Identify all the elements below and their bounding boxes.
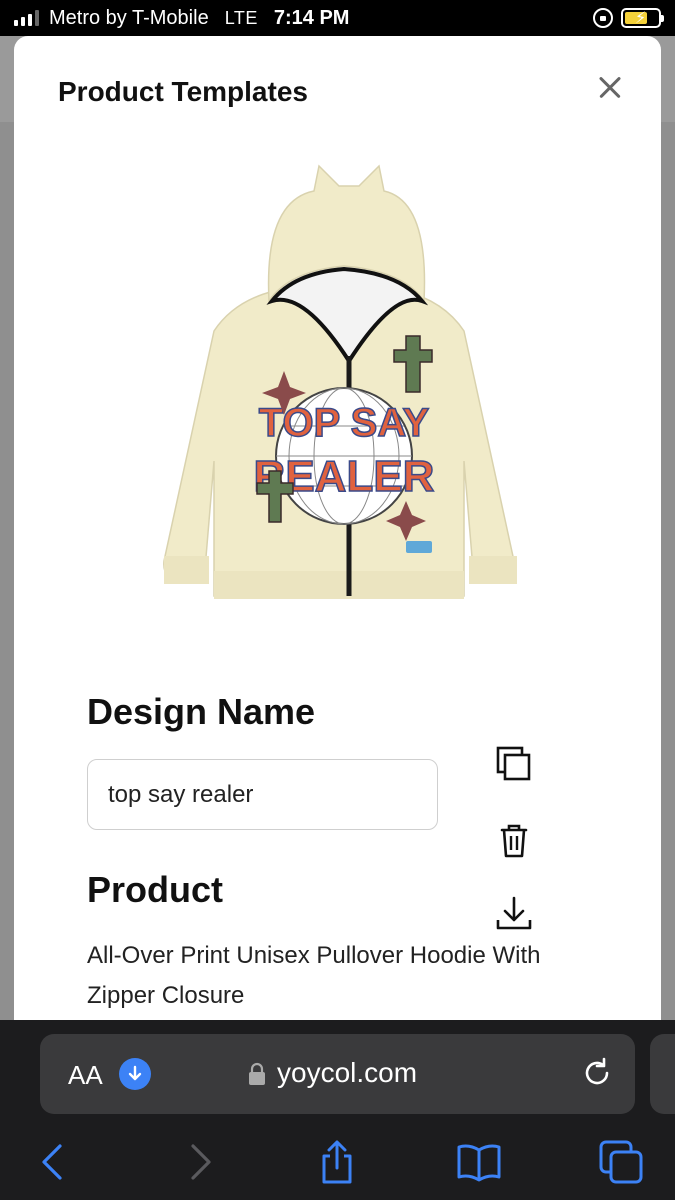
left-cuff [164, 556, 209, 584]
trash-icon[interactable] [494, 820, 534, 860]
downloads-icon[interactable] [119, 1058, 151, 1090]
signal-strength-icon [14, 10, 39, 26]
network-type: LTE [224, 7, 258, 28]
bookmarks-icon[interactable] [455, 1138, 503, 1186]
design-name-label: Design Name [87, 691, 316, 732]
logo-patch [406, 541, 432, 553]
lock-icon [249, 1062, 265, 1085]
url-text: yoycol.com [277, 1057, 418, 1088]
browser-toolbar: AA yoycol.com [0, 1020, 675, 1200]
forward-arrow-icon[interactable] [175, 1138, 223, 1186]
product-description: All-Over Print Unisex Pullover Hoodie Wi… [87, 942, 541, 1009]
copy-icon[interactable] [494, 744, 534, 784]
screen: Metro by T-Mobile LTE 7:14 PM ⚡ Product … [0, 0, 675, 1200]
address-bar[interactable]: AA yoycol.com [40, 1034, 635, 1114]
product-templates-modal: Product Templates TOP SAY REALER Design … [14, 36, 661, 1036]
waistband [214, 571, 464, 599]
clock: 7:14 PM [273, 6, 350, 29]
modal-title: Product Templates [58, 76, 308, 107]
status-bar: Metro by T-Mobile LTE 7:14 PM ⚡ [0, 0, 675, 36]
right-cuff [469, 556, 517, 584]
design-name-input[interactable] [87, 759, 438, 830]
battery-icon: ⚡ [621, 8, 664, 28]
close-button[interactable] [592, 70, 628, 106]
rotation-lock-icon [593, 8, 613, 28]
product-label: Product [87, 869, 224, 910]
reload-icon[interactable] [580, 1056, 614, 1090]
share-icon[interactable] [313, 1138, 361, 1186]
carrier-name: Metro by T-Mobile [49, 6, 209, 29]
next-tab-peek[interactable] [650, 1034, 675, 1114]
back-arrow-icon[interactable] [30, 1138, 78, 1186]
product-image: TOP SAY REALER [163, 164, 517, 599]
tabs-icon[interactable] [597, 1138, 645, 1186]
download-icon[interactable] [494, 894, 534, 934]
text-size-button[interactable]: AA [68, 1060, 103, 1091]
